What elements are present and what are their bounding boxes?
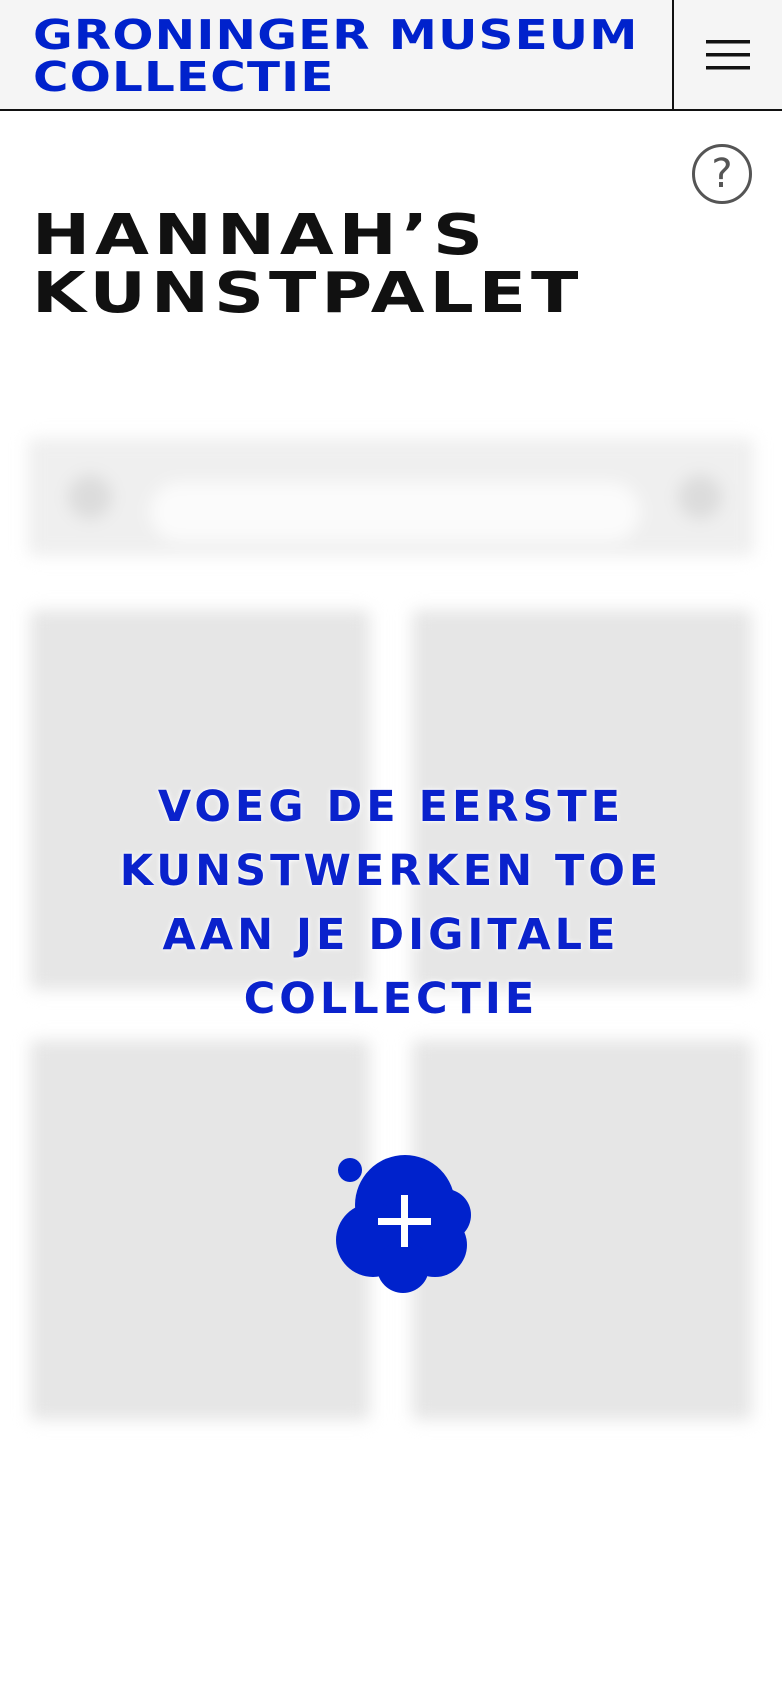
empty-state-message: VOEG DE EERSTE KUNSTWERKEN TOE AAN JE DI… — [119, 782, 663, 1024]
page-title-line-1: HANNAH’S — [32, 203, 489, 268]
page-title: HANNAH’S KUNSTPALET — [32, 207, 583, 323]
logo-line-2: COLLECTIE — [33, 53, 335, 101]
placeholder-left-icon — [68, 475, 112, 519]
question-mark-icon: ? — [711, 151, 733, 197]
logo-line-1: GRONINGER MUSEUM — [33, 11, 639, 59]
page-title-line-2: KUNSTPALET — [32, 261, 584, 326]
placeholder-card — [30, 1040, 370, 1420]
add-blob-shape — [336, 1155, 471, 1293]
site-logo[interactable]: GRONINGER MUSEUM COLLECTIE — [0, 0, 782, 109]
app-header: GRONINGER MUSEUM COLLECTIE — [0, 0, 782, 111]
placeholder-right-icon — [678, 475, 722, 519]
help-button[interactable]: ? — [692, 144, 752, 204]
placeholder-input — [150, 482, 640, 542]
add-artwork-button[interactable] — [335, 1145, 475, 1295]
placeholder-search-bar — [28, 438, 754, 556]
